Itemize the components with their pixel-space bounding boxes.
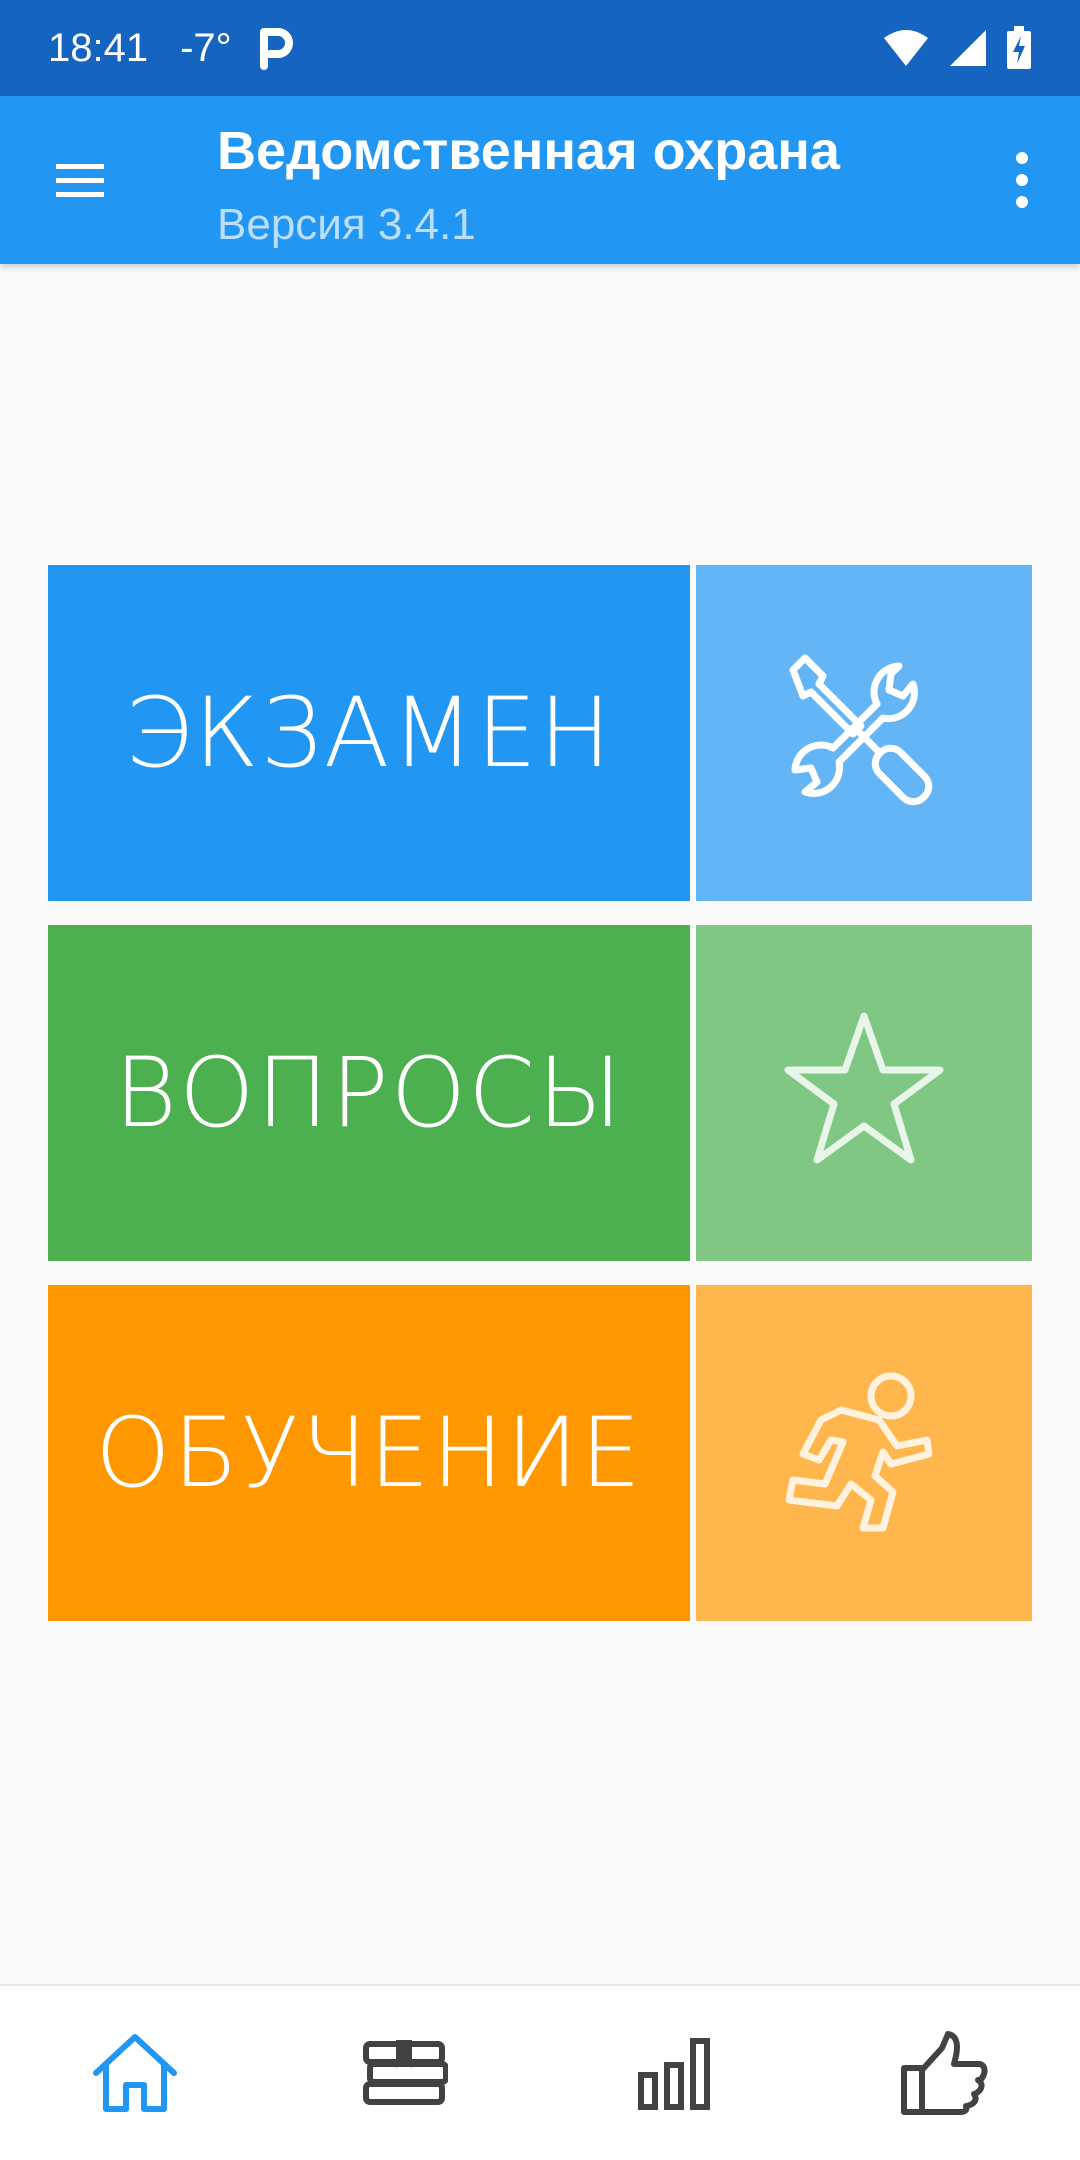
tools-icon [789, 654, 933, 806]
bottom-navigation [0, 1984, 1080, 2160]
books-bookmark-icon [363, 2040, 448, 2105]
more-vert-icon[interactable] [1008, 148, 1036, 212]
nav-rate[interactable] [885, 2013, 1005, 2133]
training-tile[interactable]: ОБУЧЕНИЕ [48, 1285, 690, 1621]
app-version: Версия 3.4.1 [217, 200, 476, 249]
app-bar: Ведомственная охрана Версия 3.4.1 [0, 96, 1080, 264]
questions-label: ВОПРОСЫ [114, 1037, 624, 1149]
wifi-icon [884, 30, 928, 66]
nav-home[interactable] [75, 2013, 195, 2133]
thumbs-up-icon [901, 2031, 988, 2115]
exam-tile[interactable]: ЭКЗАМЕН [48, 565, 690, 901]
status-time: 18:41 [48, 25, 149, 70]
hamburger-menu-icon[interactable] [48, 150, 112, 210]
questions-tile[interactable]: ВОПРОСЫ [48, 925, 690, 1261]
status-temperature: -7° [180, 25, 232, 70]
star-icon [784, 1012, 944, 1164]
training-label: ОБУЧЕНИЕ [95, 1397, 643, 1509]
home-icon [93, 2034, 177, 2112]
parking-p-icon [259, 28, 293, 70]
status-bar: 18:41 -7° [0, 0, 1080, 96]
nav-statistics[interactable] [615, 2013, 735, 2133]
exam-settings-tile[interactable] [696, 565, 1032, 901]
nav-library[interactable] [345, 2013, 465, 2133]
battery-charging-icon [1007, 26, 1031, 69]
signal-icon [950, 30, 986, 66]
favorites-tile[interactable] [696, 925, 1032, 1261]
bar-chart-icon [638, 2038, 710, 2110]
app-title: Ведомственная охрана [217, 121, 840, 181]
running-person-icon [785, 1372, 933, 1532]
run-tile[interactable] [696, 1285, 1032, 1621]
exam-label: ЭКЗАМЕН [124, 677, 614, 789]
